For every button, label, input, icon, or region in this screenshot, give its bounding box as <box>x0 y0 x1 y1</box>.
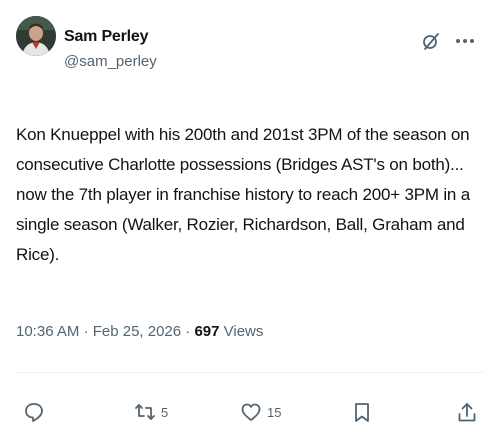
like-count: 15 <box>267 404 282 420</box>
views-count: 697 <box>194 323 220 340</box>
avatar[interactable] <box>16 16 56 56</box>
repost-count: 5 <box>161 404 169 420</box>
bookmark-icon <box>351 401 373 423</box>
author-name[interactable]: Sam Perley <box>64 28 148 46</box>
reply-icon <box>23 401 45 423</box>
more-icon[interactable] <box>453 31 477 51</box>
share-icon <box>456 401 478 423</box>
grok-icon[interactable] <box>421 31 441 51</box>
bookmark-button[interactable] <box>351 400 373 424</box>
like-icon <box>240 401 262 423</box>
views-label: Views <box>219 323 264 340</box>
author-handle[interactable]: @sam_perley <box>64 53 157 70</box>
tweet-text: Kon Knueppel with his 200th and 201st 3P… <box>16 125 470 264</box>
share-button[interactable] <box>456 400 478 424</box>
like-button[interactable]: 15 <box>240 400 281 424</box>
tweet-meta: 10:36 AM · Feb 25, 2026 · 697 Views <box>16 323 263 340</box>
tweet-card: Sam Perley @sam_perley Kon Knueppel with… <box>0 0 500 440</box>
repost-icon <box>134 401 156 423</box>
divider <box>16 372 484 373</box>
timestamp[interactable]: 10:36 AM · Feb 25, 2026 · <box>16 323 194 340</box>
reply-button[interactable] <box>23 400 45 424</box>
repost-button[interactable]: 5 <box>134 400 168 424</box>
